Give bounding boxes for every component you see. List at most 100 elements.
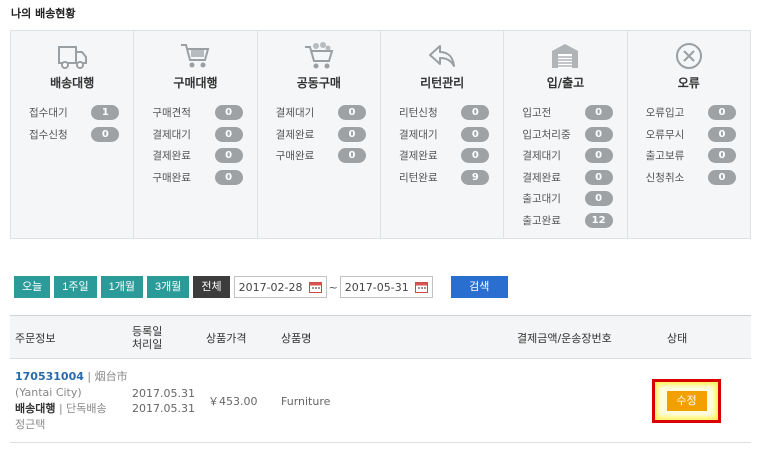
status-count-badge[interactable]: 1 [91, 105, 120, 121]
status-column-title: 입/출고 [546, 76, 585, 90]
status-row-label[interactable]: 입고전 [522, 105, 551, 120]
period-today-button[interactable]: 오늘 [14, 276, 51, 298]
status-row-label[interactable]: 결제완료 [399, 148, 438, 163]
status-row[interactable]: 리턴신청 0 [399, 102, 490, 124]
status-row[interactable]: 접수신청 0 [29, 124, 120, 146]
status-count-badge[interactable]: 0 [707, 126, 736, 142]
status-row-label[interactable]: 구매완료 [276, 148, 315, 163]
date-from-field[interactable]: 2017-02-28 [233, 276, 327, 298]
status-row-label[interactable]: 결제완료 [522, 170, 561, 185]
status-row[interactable]: 접수대기 1 [29, 102, 120, 124]
date-from-value: 2017-02-28 [238, 280, 303, 294]
status-count-badge[interactable]: 0 [214, 105, 243, 121]
status-row[interactable]: 구매완료 0 [152, 167, 243, 189]
status-count-badge[interactable]: 0 [461, 148, 490, 164]
status-row[interactable]: 입고전 0 [522, 102, 613, 124]
status-row-label[interactable]: 접수신청 [29, 127, 68, 142]
registered-date: 2017.05.31 [132, 387, 195, 400]
status-count-badge[interactable]: 0 [584, 169, 613, 185]
status-row[interactable]: 신청취소 0 [646, 167, 736, 189]
date-to-field[interactable]: 2017-05-31 [339, 276, 433, 298]
error-x-icon [672, 41, 706, 71]
status-row-label[interactable]: 신청취소 [646, 170, 685, 185]
status-count-badge[interactable]: 12 [584, 212, 613, 228]
period-1week-button[interactable]: 1주일 [54, 276, 97, 298]
status-row-label[interactable]: 결제대기 [399, 127, 438, 142]
status-row[interactable]: 결제대기 0 [399, 124, 490, 146]
status-count-badge[interactable]: 0 [584, 191, 613, 207]
order-number-link[interactable]: 170531004 [15, 370, 84, 383]
edit-button[interactable]: 수정 [666, 391, 707, 411]
status-count-badge[interactable]: 0 [214, 148, 243, 164]
header-payment: 결제금액/운송장번호 [517, 331, 612, 345]
status-count-badge[interactable]: 0 [214, 126, 243, 142]
status-row[interactable]: 결제대기 0 [152, 124, 243, 146]
status-row-label[interactable]: 입고처리중 [522, 127, 570, 142]
status-row[interactable]: 구매견적 0 [152, 102, 243, 124]
status-row[interactable]: 결제완료 0 [276, 124, 366, 146]
order-customer: 정근택 [15, 418, 46, 431]
status-row-label[interactable]: 리턴신청 [399, 105, 438, 120]
status-count-badge[interactable]: 0 [707, 169, 736, 185]
shopping-cart-icon [178, 41, 212, 71]
status-row-label[interactable]: 접수대기 [29, 105, 68, 120]
status-row-label[interactable]: 결제대기 [276, 105, 315, 120]
status-row[interactable]: 결제대기 0 [276, 102, 366, 124]
status-count-badge[interactable]: 0 [584, 105, 613, 121]
header-registered-date: 등록일 [132, 324, 163, 338]
status-count-badge[interactable]: 0 [707, 148, 736, 164]
edit-highlight: 수정 [652, 379, 721, 423]
status-column-return-arrow: 리턴관리 리턴신청 0 결제대기 0 결제완료 0 리턴완료 9 [381, 31, 505, 238]
status-count-badge[interactable]: 0 [461, 105, 490, 121]
status-row-label[interactable]: 결제대기 [152, 127, 191, 142]
status-row[interactable]: 출고보류 0 [646, 145, 736, 167]
status-count-badge[interactable]: 0 [337, 105, 366, 121]
status-row-label[interactable]: 구매견적 [152, 105, 191, 120]
status-column-title: 배송대행 [50, 76, 95, 90]
status-row-label[interactable]: 결제대기 [522, 148, 561, 163]
period-1month-button[interactable]: 1개월 [100, 276, 143, 298]
status-count-badge[interactable]: 0 [91, 126, 120, 142]
status-row-list: 오류입고 0 오류무시 0 출고보류 0 신청취소 0 [646, 102, 736, 188]
table-row: 170531004 | 烟台市 (Yantai City) 배송대행 | 단독배… [10, 359, 751, 443]
header-dates: 등록일 처리일 [132, 316, 162, 359]
status-row[interactable]: 오류입고 0 [646, 102, 736, 124]
status-row-label[interactable]: 결제완료 [276, 127, 315, 142]
status-row-label[interactable]: 오류무시 [646, 127, 685, 142]
period-all-button[interactable]: 전체 [193, 276, 230, 298]
status-row[interactable]: 결제완료 0 [522, 167, 613, 189]
dates-cell: 2017.05.31 2017.05.31 [132, 359, 195, 443]
status-count-badge[interactable]: 0 [707, 105, 736, 121]
status-row-label[interactable]: 출고보류 [646, 148, 685, 163]
status-row-label[interactable]: 결제완료 [152, 148, 191, 163]
header-status: 상태 [667, 331, 688, 345]
status-row[interactable]: 결제대기 0 [522, 145, 613, 167]
calendar-icon[interactable] [308, 281, 322, 293]
status-count-badge[interactable]: 9 [461, 169, 490, 185]
status-row[interactable]: 구매완료 0 [276, 145, 366, 167]
status-count-badge[interactable]: 0 [584, 126, 613, 142]
status-row-label[interactable]: 출고완료 [522, 213, 561, 228]
calendar-icon[interactable] [414, 281, 428, 293]
page-title: 나의 배송현황 [11, 7, 76, 20]
status-row[interactable]: 출고대기 0 [522, 188, 613, 210]
status-row-label[interactable]: 오류입고 [646, 105, 685, 120]
status-row-label[interactable]: 출고대기 [522, 191, 561, 206]
status-row[interactable]: 결제완료 0 [399, 145, 490, 167]
status-count-badge[interactable]: 0 [214, 169, 243, 185]
status-count-badge[interactable]: 0 [337, 126, 366, 142]
status-row-label[interactable]: 리턴완료 [399, 170, 438, 185]
status-count-badge[interactable]: 0 [584, 148, 613, 164]
status-count-badge[interactable]: 0 [461, 126, 490, 142]
status-row-label[interactable]: 구매완료 [152, 170, 191, 185]
status-row[interactable]: 결제완료 0 [152, 145, 243, 167]
status-row[interactable]: 오류무시 0 [646, 124, 736, 146]
status-row[interactable]: 출고완료 12 [522, 210, 613, 232]
period-3month-button[interactable]: 3개월 [146, 276, 190, 298]
order-service: 배송대행 [15, 402, 56, 415]
search-button[interactable]: 검색 [450, 276, 508, 298]
status-count-badge[interactable]: 0 [337, 148, 366, 164]
header-order-info: 주문정보 [15, 331, 56, 345]
status-row[interactable]: 리턴완료 9 [399, 167, 490, 189]
status-row[interactable]: 입고처리중 0 [522, 124, 613, 146]
